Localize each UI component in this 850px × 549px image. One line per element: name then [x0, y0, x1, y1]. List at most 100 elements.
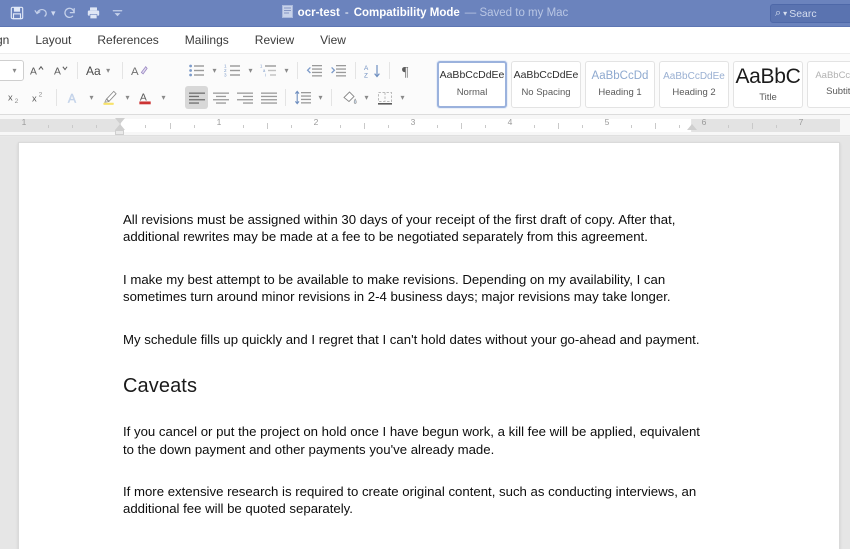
tab-layout[interactable]: Layout [22, 30, 84, 50]
document-body[interactable]: All revisions must be assigned within 30… [19, 143, 839, 518]
document-paragraph-2[interactable]: I make my best attempt to be available t… [123, 271, 703, 306]
line-spacing-chevron-down-icon[interactable]: ▾ [315, 93, 326, 102]
shading-icon[interactable] [337, 86, 360, 109]
style-normal[interactable]: AaBbCcDdEe Normal [437, 60, 507, 108]
formatting-marks-icon[interactable]: ¶ [395, 59, 418, 82]
ruler-tick [145, 125, 146, 128]
style-no-spacing[interactable]: AaBbCcDdEe No Spacing [511, 60, 581, 108]
font-color-icon[interactable]: A [134, 86, 157, 109]
style-title-label: Title [759, 91, 777, 103]
subscript-icon[interactable]: x2 [4, 86, 27, 109]
chevron-down-bar-icon[interactable] [107, 3, 129, 24]
paragraph-separator-1 [297, 62, 298, 79]
sort-icon[interactable]: A Z [361, 59, 384, 82]
document-workspace[interactable]: All revisions must be assigned within 30… [0, 137, 850, 549]
ribbon-group-styles: AaBbCcDdEe Normal AaBbCcDdEe No Spacing … [430, 54, 850, 114]
line-spacing-icon[interactable] [291, 86, 314, 109]
paragraph-group-row-2: ▾ ▾ ▾ [185, 84, 418, 111]
search-placeholder: Searc [789, 7, 817, 20]
document-paragraph-4[interactable]: If you cancel or put the project on hold… [123, 423, 703, 458]
svg-text:A: A [131, 65, 139, 77]
word-app-window: ▾ ocr-test - Compatibility Mode — Saved … [0, 0, 850, 549]
style-heading-1[interactable]: AaBbCcDd Heading 1 [585, 60, 655, 108]
title-saved-status: — Saved to my Mac [464, 7, 569, 19]
borders-chevron-down-icon[interactable]: ▾ [397, 93, 408, 102]
ruler-num-1: 1 [216, 117, 222, 127]
align-right-icon[interactable] [233, 86, 256, 109]
font-size-chevron-down-icon[interactable]: ▾ [9, 66, 20, 75]
ruler-tick [631, 125, 632, 128]
bullets-chevron-down-icon[interactable]: ▾ [209, 66, 220, 75]
svg-text:x: x [8, 92, 13, 102]
grow-font-icon[interactable]: A [25, 59, 48, 82]
highlight-chevron-down-icon[interactable]: ▾ [122, 93, 133, 102]
svg-text:¶: ¶ [402, 65, 409, 79]
align-left-icon[interactable] [185, 86, 208, 109]
undo-icon[interactable] [30, 3, 52, 24]
tab-design[interactable]: gn [0, 30, 22, 50]
styles-gallery: AaBbCcDdEe Normal AaBbCcDdEe No Spacing … [434, 60, 850, 108]
title-doc-name: ocr-test [297, 7, 340, 19]
shading-chevron-down-icon[interactable]: ▾ [361, 93, 372, 102]
text-effects-icon[interactable]: A [62, 86, 85, 109]
style-title[interactable]: AaBbC Title [733, 60, 803, 108]
align-center-icon[interactable] [209, 86, 232, 109]
bullets-icon[interactable] [185, 59, 208, 82]
ruler-tick [72, 125, 73, 128]
style-heading-2[interactable]: AaBbCcDdEe Heading 2 [659, 60, 729, 108]
document-heading-caveats[interactable]: Caveats [123, 373, 735, 399]
print-icon[interactable] [83, 3, 105, 24]
style-subtitle-preview: AaBbCcDdE [815, 69, 850, 81]
search-chevron-down-icon[interactable]: ▾ [783, 9, 787, 18]
ruler-tick [388, 125, 389, 128]
svg-text:A: A [54, 66, 61, 77]
document-paragraph-3[interactable]: My schedule fills up quickly and I regre… [123, 331, 703, 348]
svg-text:2: 2 [15, 98, 19, 105]
ruler-tick [364, 123, 365, 129]
search-input[interactable]: ⌕ ▾ Searc [770, 4, 850, 23]
font-color-chevron-down-icon[interactable]: ▾ [158, 93, 169, 102]
search-icon: ⌕ [775, 7, 782, 19]
ruler-right-margin [692, 119, 840, 132]
ruler-num-2: 2 [313, 117, 319, 127]
document-page[interactable]: All revisions must be assigned within 30… [18, 142, 840, 549]
increase-indent-icon[interactable] [327, 59, 350, 82]
ruler-num-7: 7 [798, 117, 804, 127]
multilevel-list-chevron-down-icon[interactable]: ▾ [281, 66, 292, 75]
multilevel-list-icon[interactable]: 1 a i [257, 59, 280, 82]
document-paragraph-1[interactable]: All revisions must be assigned within 30… [123, 211, 703, 246]
ruler-tick [194, 125, 195, 128]
numbering-chevron-down-icon[interactable]: ▾ [245, 66, 256, 75]
highlight-icon[interactable] [98, 86, 121, 109]
tab-review[interactable]: Review [242, 30, 307, 50]
ruler-num-0: 1 [21, 117, 27, 127]
tab-references[interactable]: References [84, 30, 171, 50]
ruler-tick [96, 125, 97, 128]
tab-view[interactable]: View [307, 30, 359, 50]
document-paragraph-5[interactable]: If more extensive research is required t… [123, 483, 703, 518]
style-subtitle[interactable]: AaBbCcDdE Subtitle [807, 60, 850, 108]
borders-icon[interactable] [373, 86, 396, 109]
ruler[interactable]: 1 1 2 3 4 5 6 7 [0, 115, 850, 136]
change-case-chevron-down-icon[interactable]: ▾ [103, 66, 114, 75]
superscript-icon[interactable]: x2 [28, 86, 51, 109]
clear-formatting-icon[interactable]: A [128, 59, 151, 82]
shrink-font-icon[interactable]: A [49, 59, 72, 82]
font-size-input[interactable]: 0 ▾ [0, 60, 24, 81]
font-separator-1 [77, 62, 78, 79]
decrease-indent-icon[interactable] [303, 59, 326, 82]
save-icon[interactable] [6, 3, 28, 24]
ruler-tick [534, 125, 535, 128]
right-indent-marker[interactable] [687, 124, 697, 130]
svg-text:3: 3 [224, 73, 227, 78]
justify-icon[interactable] [257, 86, 280, 109]
left-indent-marker[interactable] [115, 130, 124, 135]
tab-mailings[interactable]: Mailings [172, 30, 242, 50]
redo-icon[interactable] [59, 3, 81, 24]
ruler-tick [461, 123, 462, 129]
style-heading-2-preview: AaBbCcDdEe [663, 70, 725, 82]
text-effects-chevron-down-icon[interactable]: ▾ [86, 93, 97, 102]
numbering-icon[interactable]: 1 2 3 [221, 59, 244, 82]
change-case-button[interactable]: Aa ▾ [83, 64, 117, 78]
undo-chevron-down-icon[interactable]: ▾ [51, 8, 56, 19]
